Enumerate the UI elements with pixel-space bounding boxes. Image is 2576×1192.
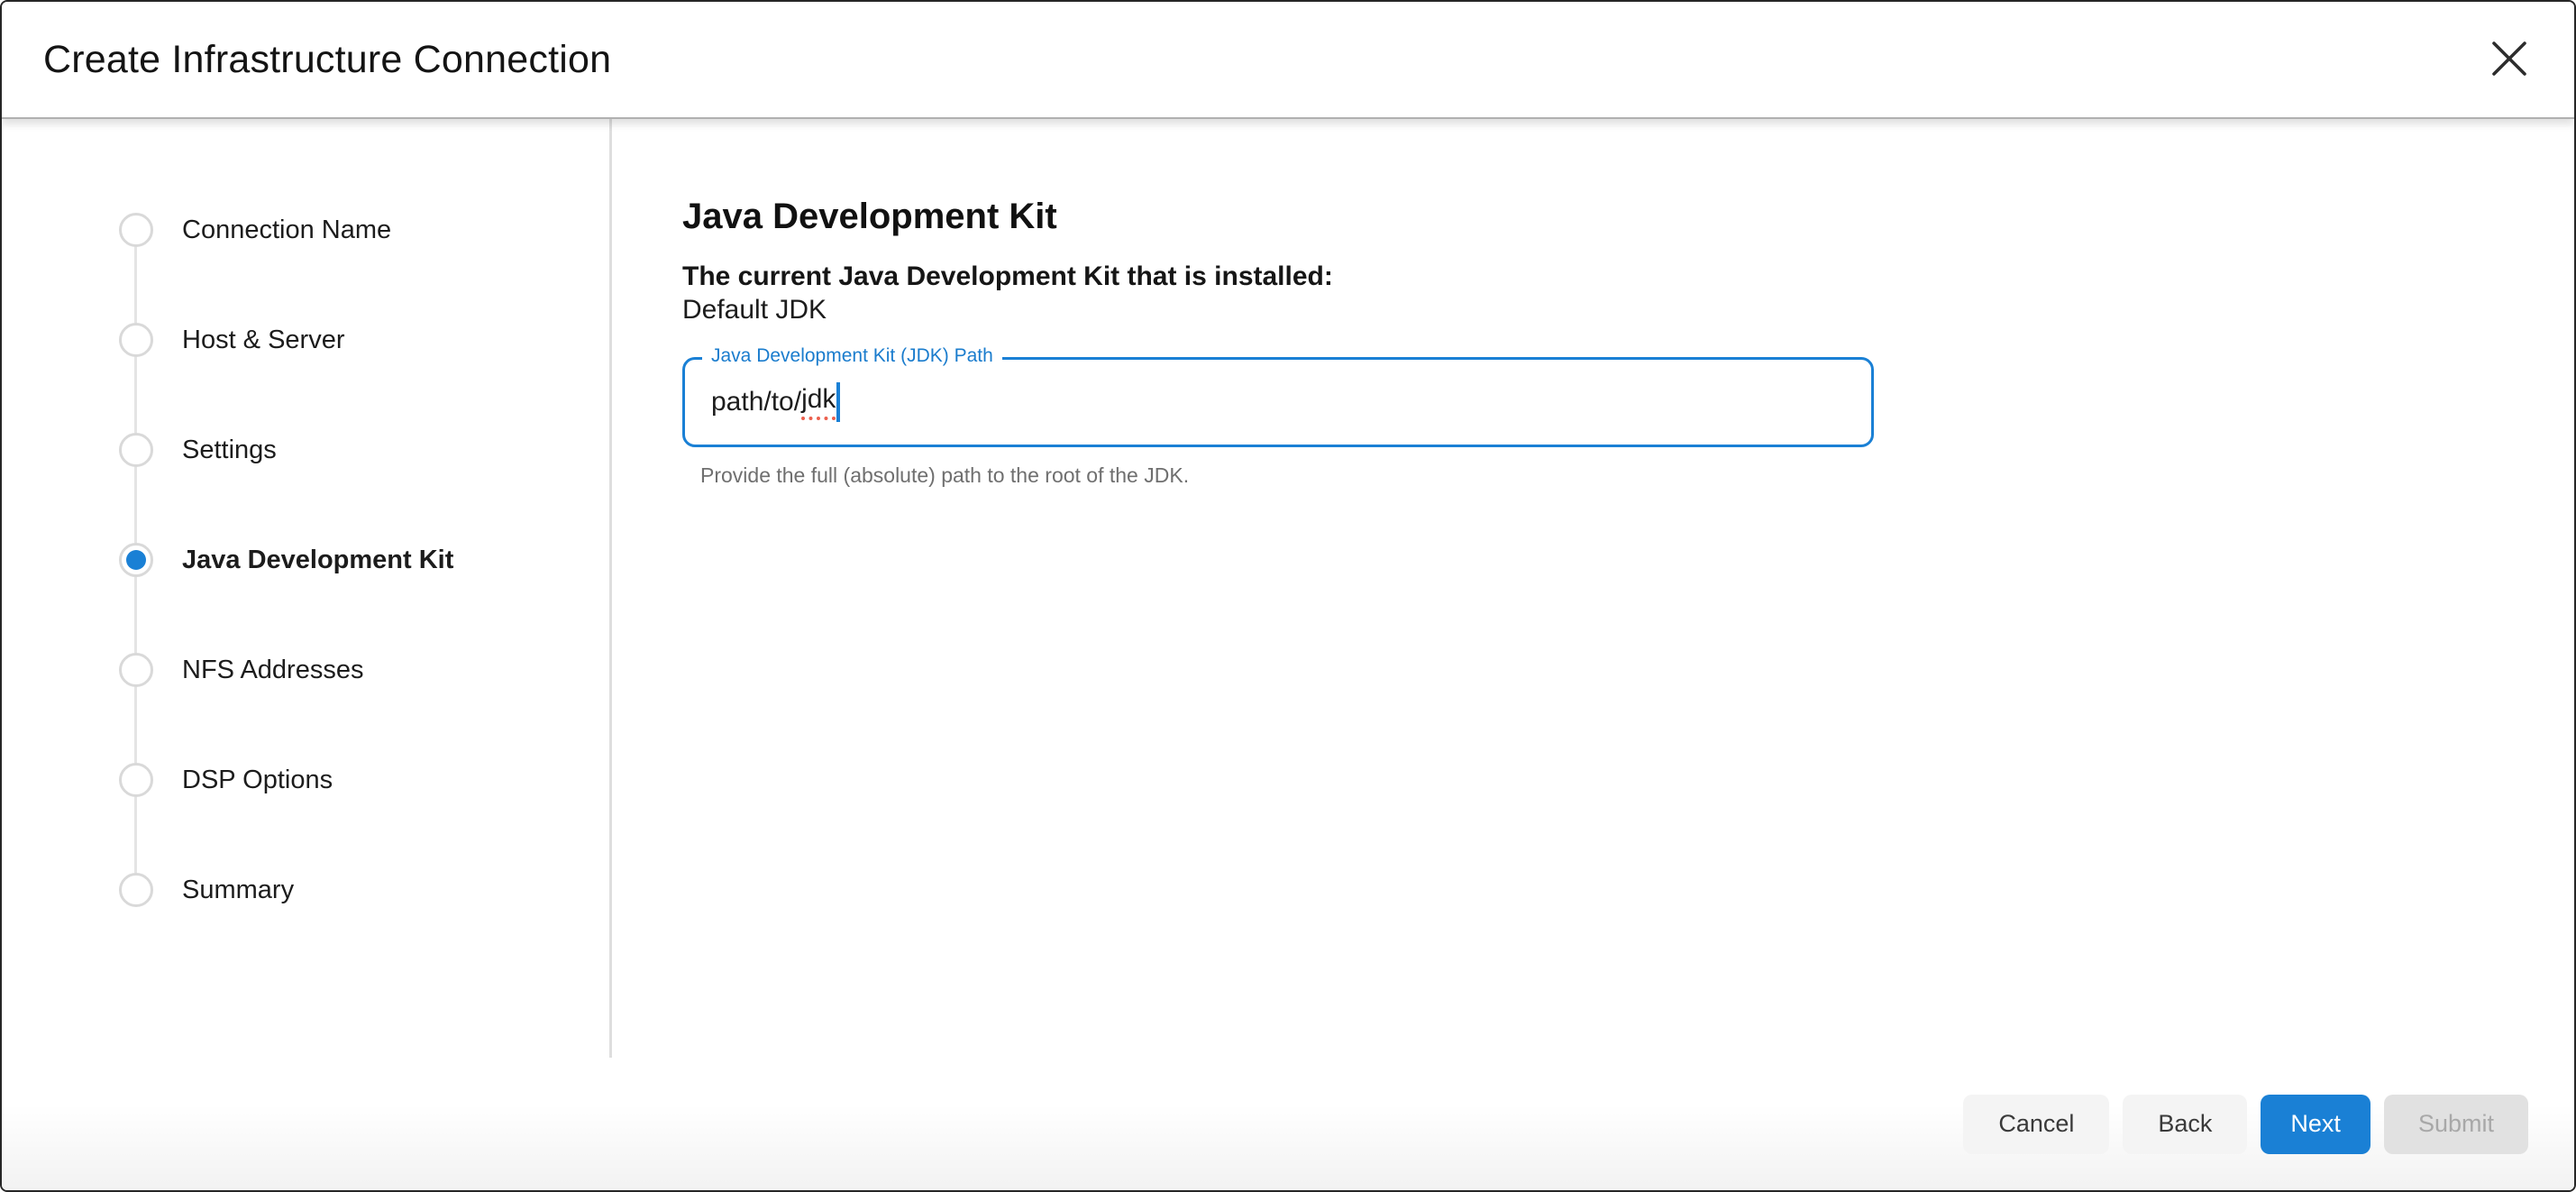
submit-button[interactable]: Submit [2384,1095,2528,1154]
wizard-stepper: Connection Name Host & Server Settings J… [2,119,612,1058]
step-label: Settings [182,436,277,465]
active-step-dot [126,550,146,570]
jdk-path-value: path/to/ [711,387,801,417]
step-heading: Java Development Kit [682,195,2574,238]
text-caret [836,382,840,422]
step-settings[interactable]: Settings [2,433,609,467]
step-connection-name[interactable]: Connection Name [2,213,609,247]
next-button[interactable]: Next [2261,1095,2370,1154]
step-content: Java Development Kit The current Java De… [612,119,2574,1058]
step-java-development-kit[interactable]: Java Development Kit [2,543,609,577]
close-button[interactable] [2484,34,2535,85]
step-circle [119,653,153,687]
step-label: Summary [182,876,294,905]
dialog-footer: Cancel Back Next Submit [2,1058,2574,1190]
jdk-path-helper-text: Provide the full (absolute) path to the … [700,463,1874,488]
step-circle-active [119,543,153,577]
step-host-server[interactable]: Host & Server [2,323,609,357]
step-label: Java Development Kit [182,546,453,575]
dialog-body: Connection Name Host & Server Settings J… [2,119,2574,1058]
step-label: Connection Name [182,215,391,245]
step-label: NFS Addresses [182,656,363,685]
step-summary[interactable]: Summary [2,873,609,907]
step-circle [119,763,153,797]
cancel-button[interactable]: Cancel [1963,1095,2109,1154]
close-icon [2489,38,2530,82]
dialog-header: Create Infrastructure Connection [2,2,2574,119]
step-circle [119,433,153,467]
installed-jdk-label: The current Java Development Kit that is… [682,260,2574,293]
step-circle [119,323,153,357]
jdk-path-field: Java Development Kit (JDK) Path path/to/… [682,357,1874,488]
create-infrastructure-connection-dialog: Create Infrastructure Connection Connect… [0,0,2576,1192]
step-circle [119,873,153,907]
step-nfs-addresses[interactable]: NFS Addresses [2,653,609,687]
step-label: Host & Server [182,326,345,355]
installed-jdk-value: Default JDK [682,293,2574,326]
jdk-path-input[interactable]: path/to/jdk [682,357,1874,447]
jdk-path-field-label: Java Development Kit (JDK) Path [702,344,1002,368]
back-button[interactable]: Back [2123,1095,2247,1154]
step-dsp-options[interactable]: DSP Options [2,763,609,797]
step-label: DSP Options [182,766,333,795]
step-circle [119,213,153,247]
dialog-title: Create Infrastructure Connection [43,38,611,82]
jdk-path-value-misspelled: jdk [801,384,836,420]
